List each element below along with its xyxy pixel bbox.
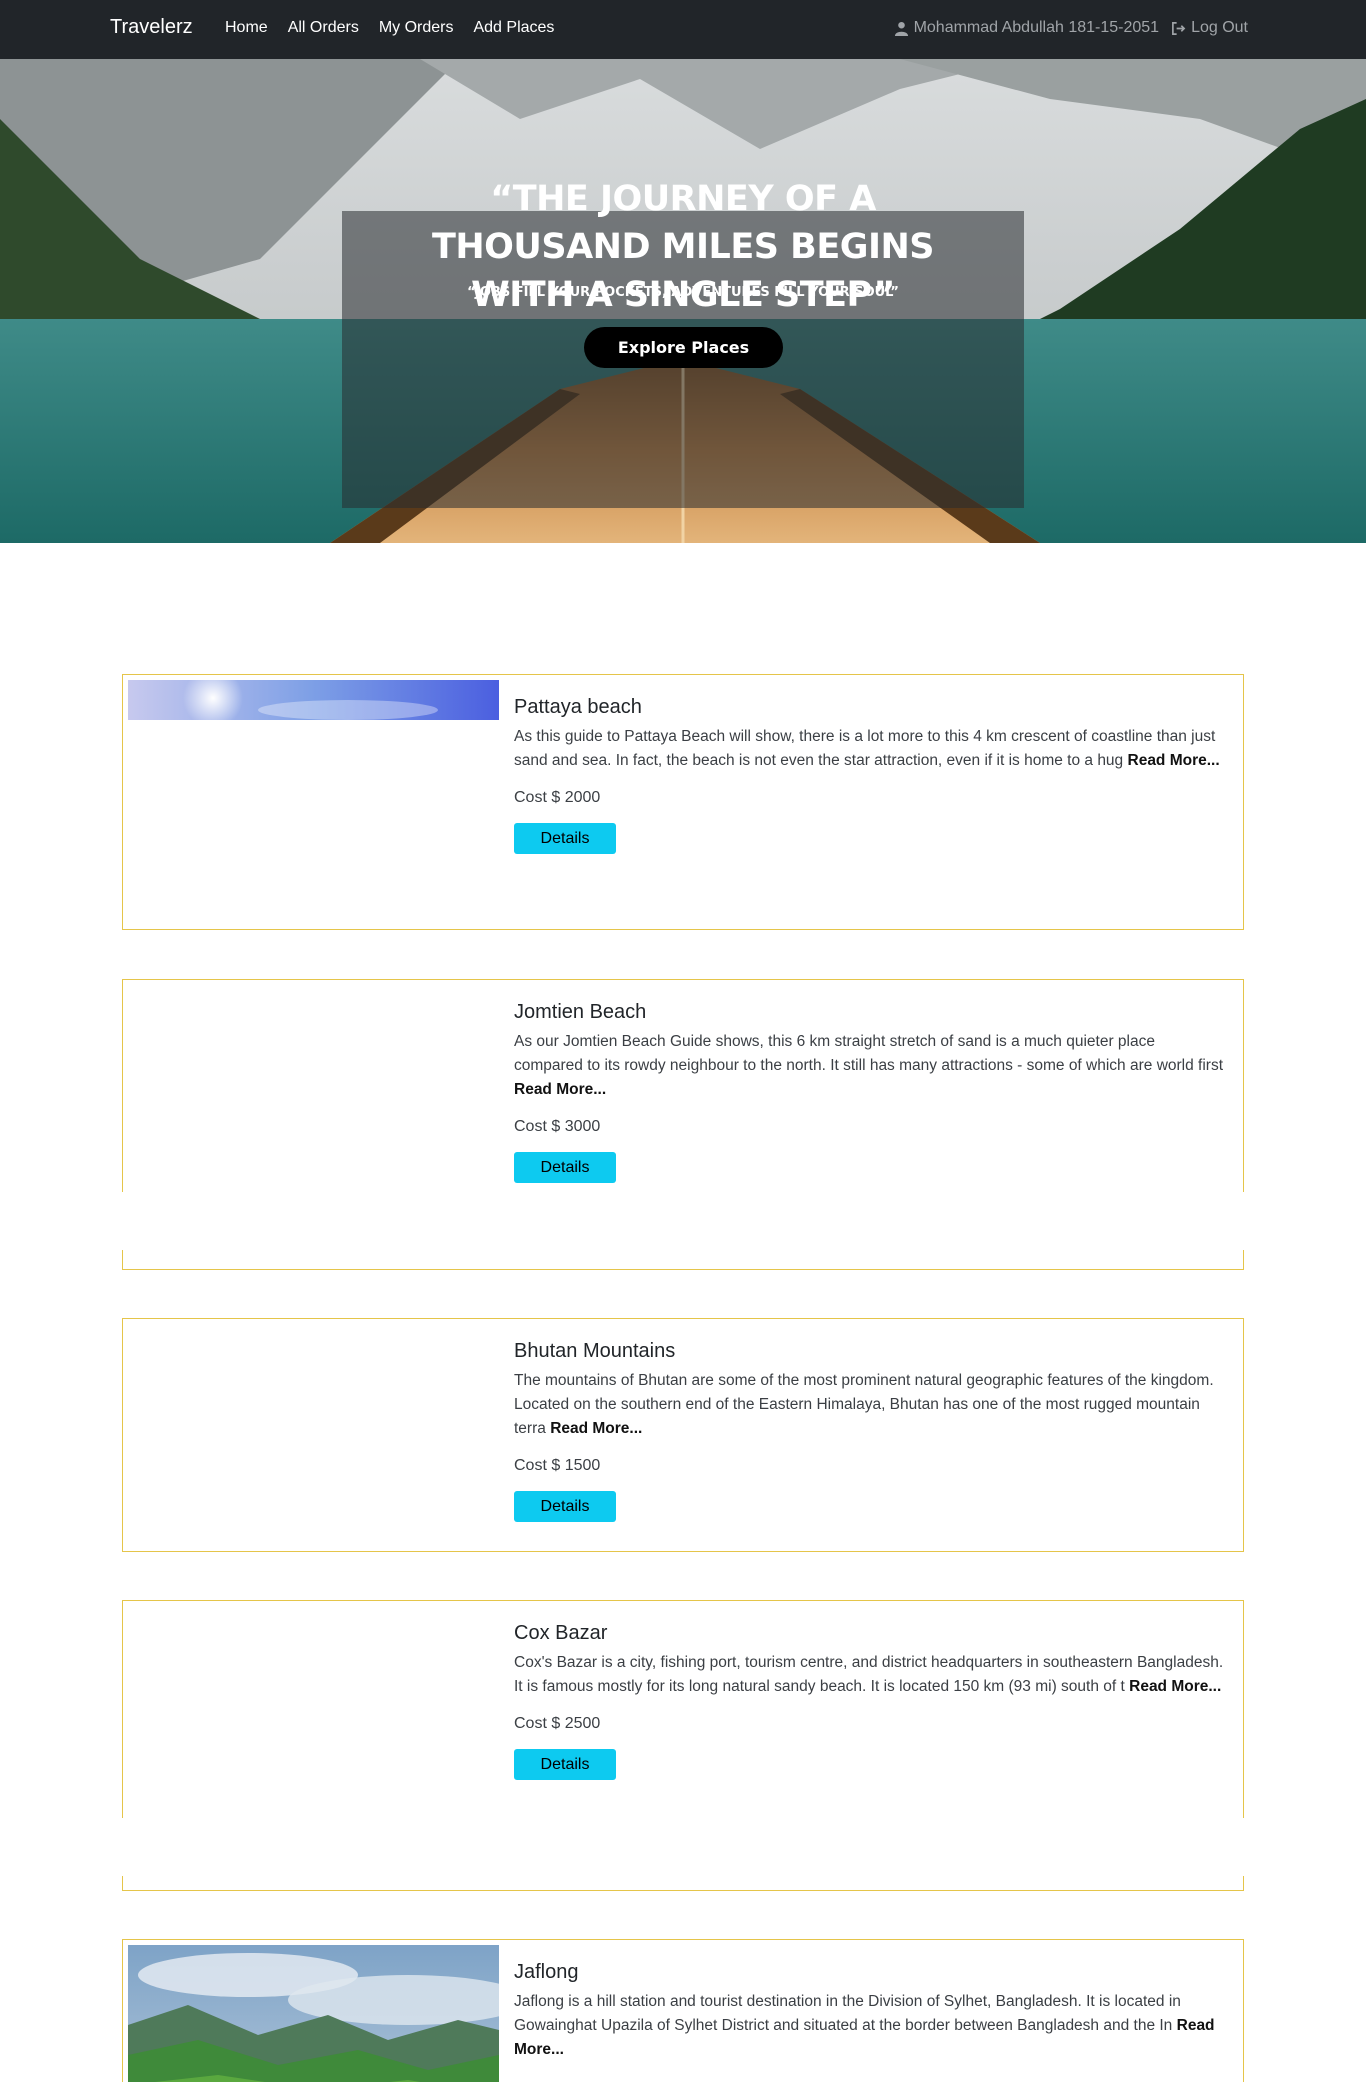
place-card-body: Cox Bazar Cox's Bazar is a city, fishing… [514,1619,1226,1780]
read-more-link[interactable]: Read More... [514,1081,606,1098]
place-description: The mountains of Bhutan are some of the … [514,1369,1226,1441]
place-title: Jaflong [514,1961,579,1983]
place-description: As our Jomtien Beach Guide shows, this 6… [514,1030,1226,1102]
place-image [128,680,499,720]
description-text: As this guide to Pattaya Beach will show… [514,728,1216,769]
navbar: Travelerz Home All Orders My Orders Add … [0,0,1366,59]
place-title: Bhutan Mountains [514,1340,676,1362]
place-cost: Cost $ 3000 [514,1118,601,1135]
place-description: As this guide to Pattaya Beach will show… [514,725,1226,773]
hero-subtitle: “JOBS FILL YOUR POCKETS, ADVENTURES FILL… [467,285,899,300]
details-button[interactable]: Details [514,1491,616,1522]
place-title: Cox Bazar [514,1622,608,1644]
place-description: Jaflong is a hill station and tourist de… [514,1990,1226,2062]
details-button[interactable]: Details [514,1152,616,1183]
place-card-body: Bhutan Mountains The mountains of Bhutan… [514,1337,1226,1522]
place-card: Cox Bazar Cox's Bazar is a city, fishing… [121,1600,1247,1891]
place-card-body: Jomtien Beach As our Jomtien Beach Guide… [514,998,1226,1183]
place-card: Pattaya beach As this guide to Pattaya B… [122,674,1244,930]
place-cost: Cost $ 1500 [514,1457,601,1474]
nav-user-area: Mohammad Abdullah 181-15-2051 Log Out [894,19,1248,37]
user-icon [894,21,908,36]
explore-places-button[interactable]: Explore Places [584,327,783,368]
read-more-link[interactable]: Read More... [1128,752,1220,769]
brand-logo[interactable]: Travelerz [110,16,193,39]
place-card: Jomtien Beach As our Jomtien Beach Guide… [121,979,1247,1270]
description-text: Cox's Bazar is a city, fishing port, tou… [514,1654,1224,1695]
sign-out-icon [1172,21,1186,35]
place-image [128,1945,499,2082]
details-button[interactable]: Details [514,823,616,854]
description-text: Jaflong is a hill station and tourist de… [514,1993,1181,2034]
read-more-link[interactable]: Read More... [550,1420,642,1437]
details-button[interactable]: Details [514,1749,616,1780]
nav-home[interactable]: Home [225,19,268,37]
logout-label: Log Out [1191,19,1248,36]
render-gap [121,1192,1247,1250]
place-card: Bhutan Mountains The mountains of Bhutan… [122,1318,1244,1552]
place-title: Jomtien Beach [514,1001,647,1023]
description-text: As our Jomtien Beach Guide shows, this 6… [514,1033,1224,1074]
place-card-body: Jaflong Jaflong is a hill station and to… [514,1958,1226,2062]
place-card: Jaflong Jaflong is a hill station and to… [122,1939,1244,2082]
nav-add-places[interactable]: Add Places [473,19,554,37]
nav-all-orders[interactable]: All Orders [288,19,359,37]
read-more-link[interactable]: Read More... [1129,1678,1221,1695]
place-description: Cox's Bazar is a city, fishing port, tou… [514,1651,1226,1699]
place-cost: Cost $ 2000 [514,789,601,806]
place-card-body: Pattaya beach As this guide to Pattaya B… [514,693,1226,854]
nav-my-orders[interactable]: My Orders [379,19,454,37]
nav-links: Home All Orders My Orders Add Places [225,19,554,37]
logout-button[interactable]: Log Out [1171,19,1248,37]
user-name: Mohammad Abdullah 181-15-2051 [913,19,1160,36]
place-cost: Cost $ 2500 [514,1715,601,1732]
place-title: Pattaya beach [514,696,642,718]
user-profile: Mohammad Abdullah 181-15-2051 [894,19,1160,37]
render-gap [121,1818,1247,1876]
